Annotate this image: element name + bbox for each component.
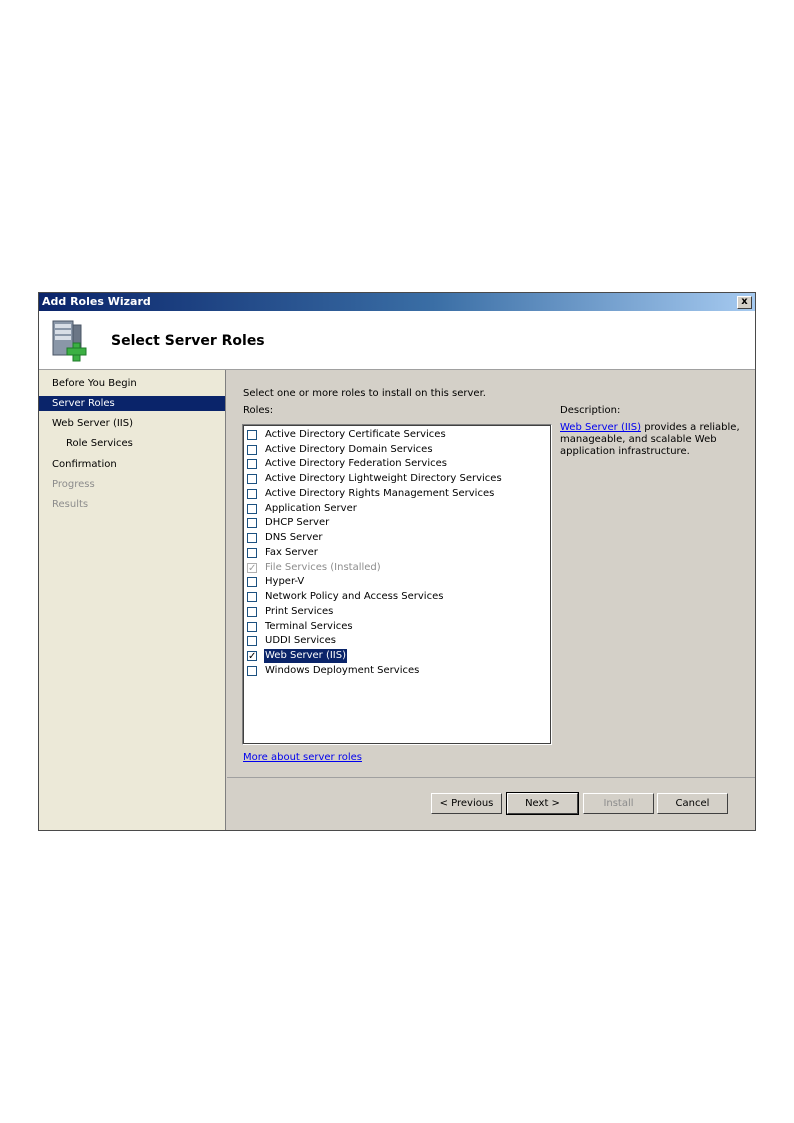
role-item[interactable]: DNS Server [247, 531, 324, 545]
checkbox-checked[interactable]: ✓ [247, 651, 257, 662]
next-button[interactable]: Next > [506, 792, 579, 815]
role-item: ✓ File Services (Installed) [247, 561, 382, 575]
role-label: Active Directory Federation Services [265, 458, 447, 469]
close-icon[interactable]: x [737, 296, 752, 309]
intro-text: Select one or more roles to install on t… [243, 388, 486, 399]
role-label: Windows Deployment Services [265, 665, 420, 676]
role-label: Web Server (IIS) [264, 649, 348, 663]
nav-item-before-you-begin[interactable]: Before You Begin [39, 376, 225, 391]
roles-checklist[interactable]: Active Directory Certificate Services Ac… [242, 424, 552, 745]
nav-item-progress: Progress [52, 479, 95, 490]
role-item[interactable]: Hyper-V [247, 575, 305, 589]
role-label: Active Directory Domain Services [265, 444, 433, 455]
checkbox[interactable] [247, 489, 257, 499]
window-title: Add Roles Wizard [42, 295, 151, 308]
role-label: Terminal Services [265, 621, 353, 632]
previous-button[interactable]: < Previous [431, 793, 502, 814]
roles-label: Roles: [243, 405, 274, 416]
checkbox[interactable] [247, 548, 257, 558]
page-title: Select Server Roles [111, 333, 265, 349]
role-label: UDDI Services [265, 635, 337, 646]
checkbox[interactable] [247, 430, 257, 440]
wizard-header: Select Server Roles [39, 311, 755, 370]
checkbox[interactable] [247, 607, 257, 617]
server-add-icon [52, 320, 87, 362]
install-button: Install [583, 793, 654, 814]
role-item[interactable]: Network Policy and Access Services [247, 590, 444, 604]
description-heading: Description: [560, 405, 621, 416]
checkbox[interactable] [247, 474, 257, 484]
nav-item-role-services[interactable]: Role Services [39, 436, 225, 451]
wizard-footer: < Previous Next > Install Cancel [227, 777, 755, 830]
checkbox[interactable] [247, 666, 257, 676]
nav-item-confirmation[interactable]: Confirmation [39, 457, 225, 472]
role-item[interactable]: DHCP Server [247, 516, 330, 530]
checkbox-checked: ✓ [247, 563, 257, 574]
nav-item-results: Results [52, 499, 89, 510]
checkbox[interactable] [247, 445, 257, 455]
role-label: File Services (Installed) [265, 562, 381, 573]
role-item[interactable]: UDDI Services [247, 634, 337, 648]
role-label: DHCP Server [265, 517, 330, 528]
role-item[interactable]: Active Directory Certificate Services [247, 428, 447, 442]
checkbox[interactable] [247, 518, 257, 528]
content-panel: Select one or more roles to install on t… [227, 370, 755, 778]
role-label: Print Services [265, 606, 334, 617]
role-item[interactable]: Windows Deployment Services [247, 664, 420, 678]
description-text: Web Server (IIS) provides a reliable, ma… [560, 422, 740, 458]
add-roles-wizard-window: Add Roles Wizard x Select Server Roles B… [38, 292, 756, 831]
role-label: Active Directory Certificate Services [265, 429, 446, 440]
checkbox[interactable] [247, 533, 257, 543]
nav-item-web-server-iis[interactable]: Web Server (IIS) [39, 416, 225, 431]
role-label: DNS Server [265, 532, 323, 543]
cancel-button[interactable]: Cancel [657, 793, 728, 814]
role-item-selected[interactable]: ✓ Web Server (IIS) [247, 649, 348, 663]
checkbox[interactable] [247, 459, 257, 469]
role-item[interactable]: Application Server [247, 502, 358, 516]
role-item[interactable]: Active Directory Lightweight Directory S… [247, 472, 503, 486]
role-item[interactable]: Fax Server [247, 546, 319, 560]
role-label: Active Directory Rights Management Servi… [265, 488, 495, 499]
role-label: Active Directory Lightweight Directory S… [265, 473, 502, 484]
more-about-server-roles-link[interactable]: More about server roles [243, 752, 362, 763]
role-item[interactable]: Active Directory Domain Services [247, 443, 434, 457]
nav-item-server-roles[interactable]: Server Roles [39, 396, 225, 411]
checkbox[interactable] [247, 577, 257, 587]
role-label: Network Policy and Access Services [265, 591, 444, 602]
role-label: Fax Server [265, 547, 318, 558]
checkbox[interactable] [247, 592, 257, 602]
role-item[interactable]: Print Services [247, 605, 334, 619]
role-label: Application Server [265, 503, 357, 514]
checkbox[interactable] [247, 636, 257, 646]
wizard-step-nav: Before You Begin Server Roles Web Server… [39, 370, 226, 830]
role-label: Hyper-V [265, 576, 305, 587]
description-link[interactable]: Web Server (IIS) [560, 422, 641, 433]
role-item[interactable]: Terminal Services [247, 620, 354, 634]
title-bar[interactable]: Add Roles Wizard x [39, 293, 755, 311]
role-item[interactable]: Active Directory Rights Management Servi… [247, 487, 495, 501]
checkbox[interactable] [247, 622, 257, 632]
checkbox[interactable] [247, 504, 257, 514]
role-item[interactable]: Active Directory Federation Services [247, 457, 448, 471]
